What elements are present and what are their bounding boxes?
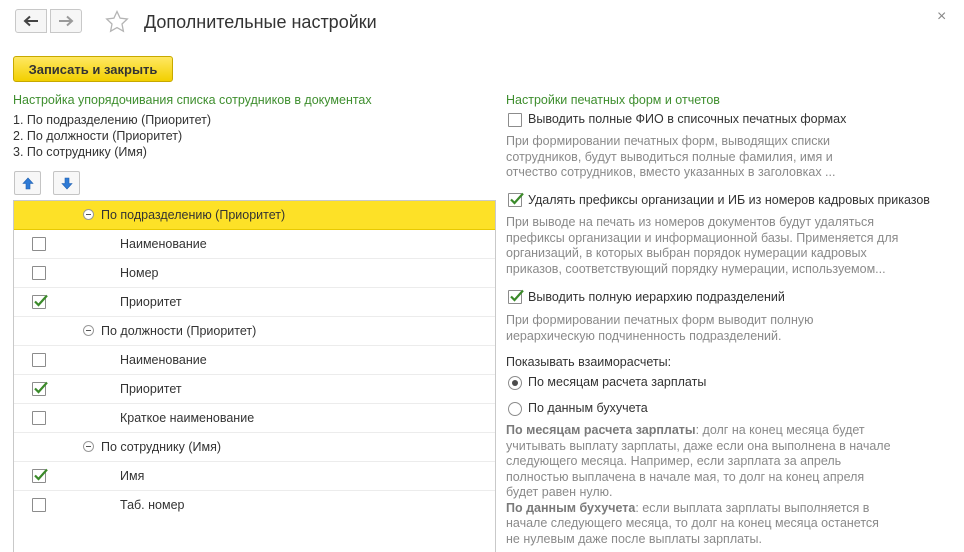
collapse-icon[interactable] [83,209,94,220]
radio-by-payroll-months[interactable] [508,376,522,390]
tree-item-label: Приоритет [120,382,182,396]
tree-item-label: Имя [120,469,145,483]
arrow-down-icon [60,177,73,189]
tree-item-row[interactable]: Приоритет [14,375,495,404]
tree-item-label: Таб. номер [120,498,185,512]
desc-line: При формировании печатных форм выводит п… [506,313,814,327]
tree-item-row[interactable]: Краткое наименование [14,404,495,433]
full-hierarchy-label: Выводить полную иерархию подразделений [528,290,785,304]
desc-line: иерархическую подчиненность подразделени… [506,328,782,343]
desc-line: начале следующего месяца, то долг на кон… [506,516,879,530]
sort-order-tree[interactable]: По подразделению (Приоритет) Наименовани… [13,200,496,552]
collapse-icon[interactable] [83,325,94,336]
tree-item-row[interactable]: Номер [14,259,495,288]
arrow-up-icon [21,177,34,189]
star-icon [105,9,129,33]
checkmark-icon [34,381,48,394]
radio-by-payroll-months-label: По месяцам расчета зарплаты [528,375,707,389]
full-hierarchy-checkbox[interactable] [508,289,524,304]
desc-line: При выводе на печать из номеров документ… [506,215,874,229]
tree-item-checkbox[interactable] [32,353,46,367]
tree-item-checkbox[interactable] [32,266,46,280]
full-hierarchy-description: При формировании печатных форм выводит п… [506,313,813,344]
close-button[interactable]: × [937,9,946,25]
tree-group-row[interactable]: По подразделению (Приоритет) [14,201,495,230]
left-section-heading: Настройка упорядочивания списка сотрудни… [13,93,372,107]
tree-item-checkbox[interactable] [32,381,48,396]
desc-line: не нулевым даже после выплаты зарплаты. [506,531,762,546]
remove-prefixes-checkbox[interactable] [508,192,524,207]
forward-button[interactable] [50,9,82,33]
desc-line: следующего месяца. Например, если зарпла… [506,454,842,468]
full-name-description: При формировании печатных форм, выводящи… [506,134,835,181]
full-name-label: Выводить полные ФИО в списочных печатных… [528,112,847,126]
explain-rest-1: : долг на конец месяца будет [695,423,865,437]
tree-item-checkbox[interactable] [32,294,48,309]
tree-item-row[interactable]: Приоритет [14,288,495,317]
tree-item-row[interactable]: Наименование [14,230,495,259]
desc-line: полностью выплачена в начале мая, то дол… [506,469,865,484]
remove-prefixes-label: Удалять префиксы организации и ИБ из ном… [528,193,930,207]
tree-item-checkbox[interactable] [32,237,46,251]
order-line-2: 2. По должности (Приоритет) [13,129,183,143]
order-line-1: 1. По подразделению (Приоритет) [13,113,212,127]
tree-item-row[interactable]: Таб. номер [14,491,495,520]
desc-line: приказов, соответствующий порядку нумера… [506,261,886,276]
radio-by-accounting[interactable] [508,402,522,416]
remove-prefixes-description: При выводе на печать из номеров документ… [506,215,898,277]
tree-item-label: Номер [120,266,159,280]
desc-line: префиксы организации и информационной ба… [506,230,899,245]
tree-item-label: Краткое наименование [120,411,255,425]
full-name-checkbox[interactable] [508,113,522,127]
tree-group-label: По подразделению (Приоритет) [101,208,286,222]
move-down-button[interactable] [53,171,80,195]
arrow-left-icon [23,15,38,27]
radio-by-accounting-label: По данным бухучета [528,401,648,415]
desc-line: будет равен нулю. [506,485,613,499]
back-button[interactable] [15,9,47,33]
tree-item-checkbox[interactable] [32,468,48,483]
explain-bold-1: По месяцам расчета зарплаты [506,423,696,437]
tree-group-row[interactable]: По сотруднику (Имя) [14,433,495,462]
collapse-icon[interactable] [83,441,94,452]
desc-line: организаций, в которых выбран порядок ну… [506,246,867,260]
tree-group-label: По сотруднику (Имя) [101,440,222,454]
settlements-label: Показывать взаиморасчеты: [506,355,672,369]
checkmark-icon [34,468,48,481]
desc-line: сотрудников, будут выводиться полные фам… [506,149,833,164]
tree-group-label: По должности (Приоритет) [101,324,257,338]
tree-item-row[interactable]: Имя [14,462,495,491]
close-icon: × [937,8,947,25]
tree-item-checkbox[interactable] [32,498,46,512]
explain-rest-2: : если выплата зарплаты выполняется в [635,500,870,515]
desc-line: отчество сотрудников, вместо указанных в… [506,165,836,179]
tree-item-label: Наименование [120,353,207,367]
checkmark-icon [510,289,524,302]
tree-item-checkbox[interactable] [32,411,46,425]
desc-line: При формировании печатных форм, выводящи… [506,134,830,148]
settlements-explanation: По месяцам расчета зарплаты: долг на кон… [506,423,891,547]
arrow-right-icon [59,15,74,27]
order-line-3: 3. По сотруднику (Имя) [13,145,147,159]
desc-line: учитывать выплату зарплаты, даже если он… [506,438,891,453]
explain-bold-2: По данным бухучета [506,500,636,515]
save-and-close-button[interactable]: Записать и закрыть [13,56,173,82]
move-up-button[interactable] [14,171,41,195]
tree-item-row[interactable]: Наименование [14,346,495,375]
tree-item-label: Приоритет [120,295,182,309]
page-title: Дополнительные настройки [144,12,377,32]
tree-group-row[interactable]: По должности (Приоритет) [14,317,495,346]
checkmark-icon [510,192,524,205]
favorite-star[interactable] [104,9,130,35]
checkmark-icon [34,294,48,307]
tree-item-label: Наименование [120,237,207,251]
right-section-heading: Настройки печатных форм и отчетов [506,93,720,107]
